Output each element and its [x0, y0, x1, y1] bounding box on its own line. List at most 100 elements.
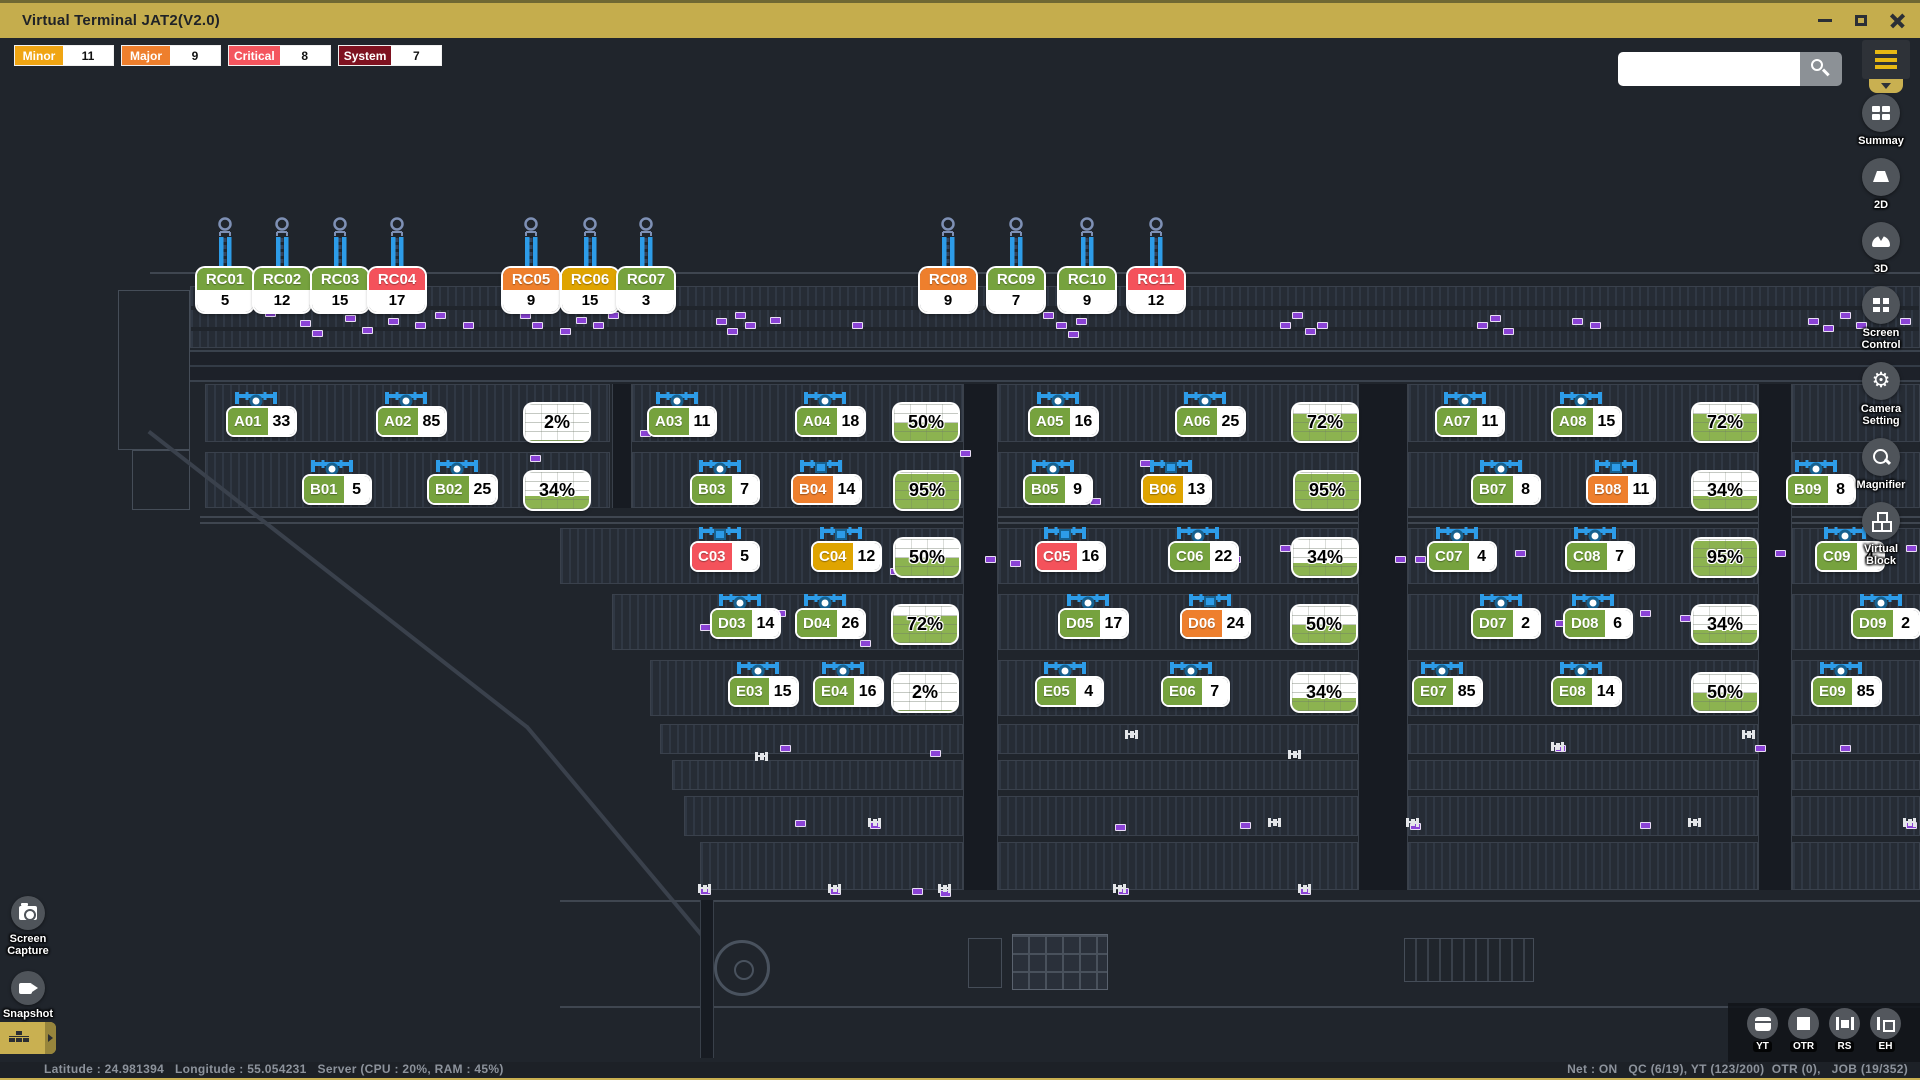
truck-marker[interactable]	[1305, 328, 1316, 335]
yard-block-a08[interactable]: A08 15	[1553, 391, 1620, 435]
truck-marker[interactable]	[852, 322, 863, 329]
truck-marker[interactable]	[770, 317, 781, 324]
alert-badge-major[interactable]: Major 9	[121, 45, 221, 66]
yard-block-e07[interactable]: E07 85	[1414, 661, 1481, 705]
truck-marker[interactable]	[1395, 556, 1406, 563]
snapshot-button[interactable]: Snapshot	[8, 971, 48, 1020]
rc-unit-rc05[interactable]: RC05 9	[503, 216, 559, 312]
truck-marker[interactable]	[1415, 556, 1426, 563]
menu-button[interactable]	[1862, 40, 1910, 79]
truck-marker[interactable]	[735, 312, 746, 319]
block-occupancy-box[interactable]: 34%	[1693, 606, 1757, 643]
maximize-button[interactable]	[1850, 10, 1872, 32]
truck-marker[interactable]	[912, 888, 923, 895]
truck-marker[interactable]	[1640, 822, 1651, 829]
hatch-marker[interactable]	[1113, 884, 1126, 893]
hatch-marker[interactable]	[698, 884, 711, 893]
hatch-marker[interactable]	[1298, 884, 1311, 893]
hatch-marker[interactable]	[1125, 730, 1138, 739]
truck-marker[interactable]	[960, 450, 971, 457]
truck-marker[interactable]	[1515, 550, 1526, 557]
block-occupancy-box[interactable]: 95%	[1693, 539, 1757, 576]
truck-marker[interactable]	[1823, 325, 1834, 332]
vehicle-filter-yt[interactable]: YT	[1747, 1008, 1778, 1052]
yard-block-b03[interactable]: B03 7	[692, 459, 758, 503]
yard-block-d06[interactable]: D06 24	[1182, 593, 1249, 637]
yard-block-c03[interactable]: C03 5	[692, 526, 758, 570]
rc-unit-rc06[interactable]: RC06 15	[562, 216, 618, 312]
yard-block-b08[interactable]: B08 11	[1588, 459, 1654, 503]
screen-capture-button[interactable]: Screen Capture	[8, 896, 48, 957]
yard-block-c08[interactable]: C08 7	[1567, 526, 1633, 570]
yard-block-d05[interactable]: D05 17	[1060, 593, 1127, 637]
hatch-marker[interactable]	[828, 884, 841, 893]
tool-virtual-block[interactable]: Virtual Block	[1848, 502, 1914, 567]
search-button[interactable]	[1800, 52, 1842, 86]
yard-block-d08[interactable]: D08 6	[1565, 593, 1631, 637]
truck-marker[interactable]	[1755, 745, 1766, 752]
rc-unit-rc11[interactable]: RC11 12	[1128, 216, 1184, 312]
yard-block-b05[interactable]: B05 9	[1025, 459, 1091, 503]
truck-marker[interactable]	[530, 455, 541, 462]
truck-marker[interactable]	[576, 317, 587, 324]
yard-block-b07[interactable]: B07 8	[1473, 459, 1539, 503]
truck-marker[interactable]	[1590, 322, 1601, 329]
yard-block-a06[interactable]: A06 25	[1177, 391, 1244, 435]
hatch-marker[interactable]	[868, 818, 881, 827]
block-occupancy-box[interactable]: 72%	[893, 606, 957, 643]
yard-block-e08[interactable]: E08 14	[1553, 661, 1620, 705]
truck-marker[interactable]	[388, 318, 399, 325]
tool-3d[interactable]: 3D	[1862, 222, 1900, 275]
truck-marker[interactable]	[1680, 615, 1691, 622]
truck-marker[interactable]	[716, 318, 727, 325]
rc-unit-rc08[interactable]: RC08 9	[920, 216, 976, 312]
truck-marker[interactable]	[1076, 318, 1087, 325]
truck-marker[interactable]	[1240, 822, 1251, 829]
truck-marker[interactable]	[1490, 315, 1501, 322]
rc-unit-rc07[interactable]: RC07 3	[618, 216, 674, 312]
yard-block-d03[interactable]: D03 14	[712, 593, 779, 637]
block-occupancy-box[interactable]: 34%	[1293, 539, 1357, 576]
truck-marker[interactable]	[1292, 312, 1303, 319]
terminal-map[interactable]: RC01 5 RC02 12 RC03 15	[0, 38, 1920, 1062]
rc-unit-rc04[interactable]: RC04 17	[369, 216, 425, 312]
block-occupancy-box[interactable]: 2%	[893, 674, 957, 711]
truck-marker[interactable]	[1043, 312, 1054, 319]
hatch-marker[interactable]	[1688, 818, 1701, 827]
yard-block-e09[interactable]: E09 85	[1813, 661, 1880, 705]
hatch-marker[interactable]	[1406, 818, 1419, 827]
alert-badge-critical[interactable]: Critical 8	[228, 45, 331, 66]
truck-marker[interactable]	[1317, 322, 1328, 329]
truck-marker[interactable]	[608, 312, 619, 319]
block-occupancy-box[interactable]: 95%	[1295, 472, 1359, 509]
hatch-marker[interactable]	[1288, 750, 1301, 759]
yard-block-b04[interactable]: B04 14	[793, 459, 860, 503]
yard-block-d09[interactable]: D09 2	[1853, 593, 1919, 637]
truck-marker[interactable]	[312, 330, 323, 337]
hatch-marker[interactable]	[1742, 730, 1755, 739]
truck-marker[interactable]	[1503, 328, 1514, 335]
yard-block-b06[interactable]: B06 13	[1143, 459, 1210, 503]
block-occupancy-box[interactable]: 50%	[894, 404, 958, 441]
yard-block-e04[interactable]: E04 16	[815, 661, 882, 705]
minimize-button[interactable]	[1814, 10, 1836, 32]
block-occupancy-box[interactable]: 72%	[1693, 404, 1757, 441]
yard-block-a02[interactable]: A02 85	[378, 391, 445, 435]
tool-magnifier[interactable]: Magnifier	[1857, 438, 1906, 491]
truck-marker[interactable]	[435, 312, 446, 319]
truck-marker[interactable]	[345, 315, 356, 322]
yard-block-c06[interactable]: C06 22	[1170, 526, 1237, 570]
truck-marker[interactable]	[1280, 322, 1291, 329]
truck-marker[interactable]	[1115, 824, 1126, 831]
search-input[interactable]	[1618, 52, 1800, 86]
truck-marker[interactable]	[1808, 318, 1819, 325]
truck-marker[interactable]	[520, 312, 531, 319]
yard-block-e03[interactable]: E03 15	[730, 661, 797, 705]
rc-unit-rc02[interactable]: RC02 12	[254, 216, 310, 312]
yard-block-d07[interactable]: D07 2	[1473, 593, 1539, 637]
yard-block-a03[interactable]: A03 11	[649, 391, 715, 435]
block-occupancy-box[interactable]: 95%	[895, 472, 959, 509]
truck-marker[interactable]	[1010, 560, 1021, 567]
truck-marker[interactable]	[727, 328, 738, 335]
block-occupancy-box[interactable]: 34%	[1693, 472, 1757, 509]
